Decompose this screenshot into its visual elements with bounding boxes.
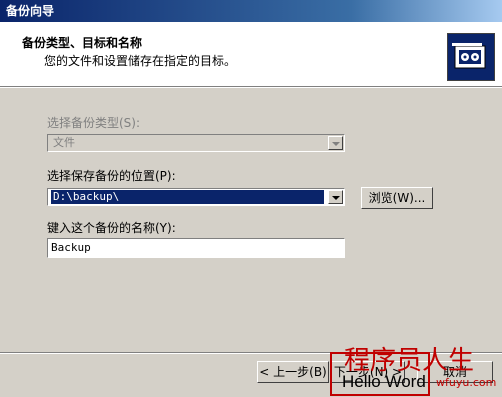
location-label: 选择保存备份的位置(P): (47, 169, 176, 183)
backup-media-icon (447, 33, 495, 81)
browse-button[interactable]: 浏览(W)... (361, 187, 433, 209)
location-value[interactable]: D:\backup\ (51, 190, 324, 204)
backup-type-label: 选择备份类型(S): (47, 116, 141, 130)
chevron-down-icon[interactable] (328, 190, 343, 204)
watermark-en: Hello Word (342, 372, 426, 391)
backup-name-label: 键入这个备份的名称(Y): (47, 221, 176, 235)
title-bar: 备份向导 (0, 0, 502, 22)
back-button[interactable]: < 上一步(B) (257, 361, 329, 383)
backup-name-field[interactable]: Backup (47, 238, 345, 258)
header-divider (0, 87, 502, 88)
backup-type-value: 文件 (53, 136, 75, 149)
backup-type-combo: 文件 (47, 134, 345, 152)
chevron-down-icon (328, 136, 343, 150)
wizard-header: 备份类型、目标和名称 您的文件和设置储存在指定的目标。 (0, 22, 502, 87)
page-subtitle: 您的文件和设置储存在指定的目标。 (44, 54, 237, 68)
watermark-url: wfuyu.com (436, 376, 497, 389)
page-title: 备份类型、目标和名称 (22, 36, 143, 50)
window-title: 备份向导 (6, 4, 55, 18)
location-combo[interactable]: D:\backup\ (47, 188, 345, 206)
